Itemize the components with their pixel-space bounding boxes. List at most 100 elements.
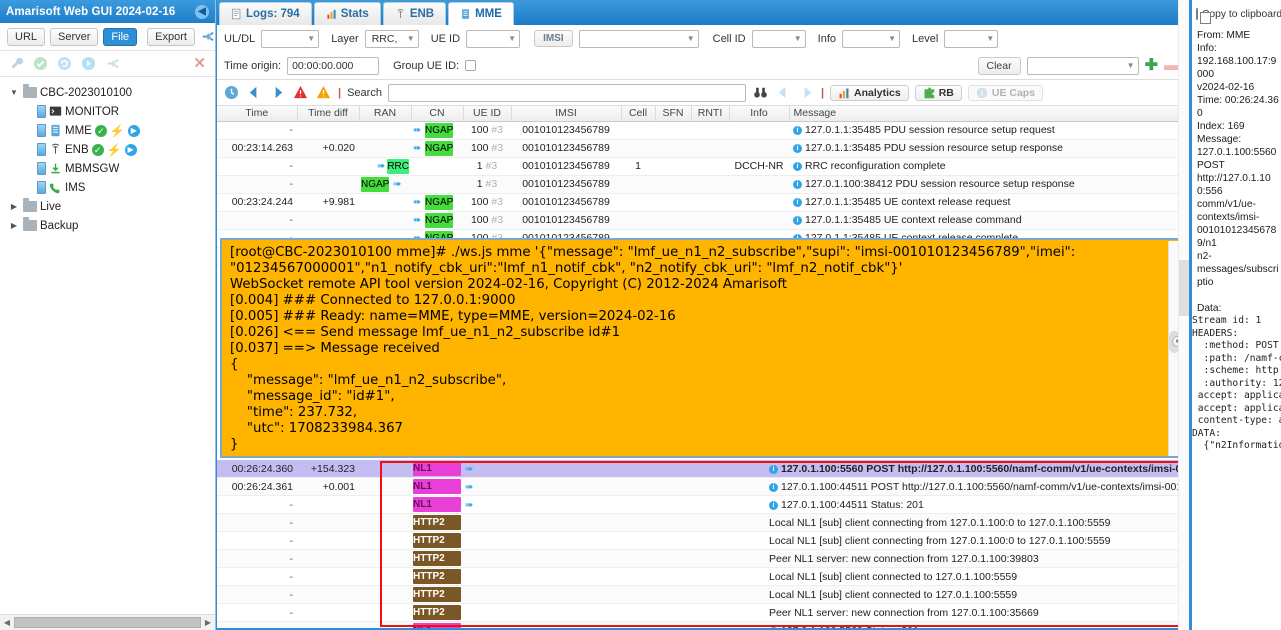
terminal-console[interactable]: [root@CBC-2023010100 mme]# ./ws.js mme '… <box>220 238 1182 458</box>
search-next-icon[interactable] <box>798 84 815 101</box>
table-row[interactable]: - ➠NGAP100 #3001010123456789 i127.0.1.1:35… <box>217 211 1191 230</box>
time-origin-input[interactable]: 00:00:00.000 <box>287 56 380 75</box>
plug-icon[interactable] <box>200 29 215 44</box>
arrow-right-icon[interactable] <box>269 84 286 101</box>
scroll-thumb[interactable] <box>14 617 201 628</box>
tab-logs[interactable]: Logs: 794 <box>219 2 312 25</box>
col-rnti[interactable]: RNTI <box>691 106 730 122</box>
plug-small-icon[interactable] <box>105 56 120 71</box>
search-prev-icon[interactable] <box>775 84 792 101</box>
col-message[interactable]: Message <box>789 106 1191 122</box>
table-row[interactable]: - HTTP2 Local NL1 [sub] client connecting … <box>217 531 1181 550</box>
col-time[interactable]: Time <box>217 106 298 122</box>
close-icon[interactable]: ✕ <box>193 56 206 71</box>
table-row[interactable]: - NL1➠ i127.0.1.100:5560 Status: 201 <box>217 621 1181 628</box>
server-button[interactable]: Server <box>50 27 99 46</box>
col-cn[interactable]: CN <box>411 106 464 122</box>
copy-to-clipboard-button[interactable]: Copy to clipboard <box>1202 9 1281 20</box>
ueid-select[interactable]: ▼ <box>466 29 521 48</box>
cell-info <box>729 193 789 212</box>
cell-message: i 127.0.1.100:44511 Status: 201 <box>765 495 1181 514</box>
play-icon[interactable]: ▶ <box>124 143 137 156</box>
clipboard-icon[interactable] <box>1196 8 1211 24</box>
clock-icon[interactable] <box>223 84 240 101</box>
check-circle-icon[interactable] <box>33 56 48 71</box>
tab-stats[interactable]: Stats <box>313 2 381 25</box>
sidebar-horizontal-scrollbar[interactable]: ◀ ▶ <box>0 614 215 630</box>
clear-button[interactable]: Clear <box>977 56 1021 75</box>
table-row[interactable]: - HTTP2 Local NL1 [sub] client connected t… <box>217 585 1181 604</box>
tree-item-live[interactable]: ▶ Live <box>4 197 215 216</box>
tree-item-backup[interactable]: ▶ Backup <box>4 216 215 235</box>
preset-select[interactable]: ▼ <box>1026 56 1139 75</box>
ue-caps-button[interactable]: UE Caps <box>967 84 1044 101</box>
chevron-down-icon: ▼ <box>406 34 415 43</box>
table-row[interactable]: - HTTP2 Peer NL1 server: new connection fr… <box>217 549 1181 568</box>
cell-ran <box>359 585 411 604</box>
tab-enb[interactable]: ENB <box>382 2 447 25</box>
export-button[interactable]: Export <box>147 27 195 46</box>
cellid-select[interactable]: ▼ <box>751 29 806 48</box>
cell-ran: NGAP➠ <box>359 175 411 194</box>
tree-item-mbmsgw[interactable]: MBMSGW <box>4 159 215 178</box>
col-info[interactable]: Info <box>729 106 790 122</box>
imsi-select[interactable]: ▼ <box>578 29 699 48</box>
search-input[interactable] <box>387 83 746 102</box>
url-button[interactable]: URL <box>7 27 46 46</box>
analytics-button[interactable]: Analytics <box>830 84 909 101</box>
scroll-right-arrow[interactable]: ▶ <box>201 618 215 627</box>
play-circle-icon[interactable] <box>81 56 96 71</box>
col-cell[interactable]: Cell <box>621 106 656 122</box>
main-vertical-scrollbar[interactable] <box>1178 0 1190 630</box>
table-row[interactable]: 00:23:14.263 +0.020 ➠ NGAP 100 #3 00101012345… <box>217 139 1191 158</box>
col-ran[interactable]: RAN <box>359 106 412 122</box>
arrow-left-icon[interactable] <box>246 84 263 101</box>
group-ue-checkbox[interactable] <box>465 60 477 71</box>
table-row[interactable]: - ➠ RRC 1 #3 001010123456789 1 DCCH-NR i RRC rec… <box>217 157 1191 176</box>
tree-item-mme[interactable]: MME ✓ ⚡ ▶ <box>4 121 215 140</box>
col-ue-id[interactable]: UE ID <box>463 106 512 122</box>
imsi-button[interactable]: IMSI <box>534 30 573 47</box>
binoculars-icon[interactable] <box>752 84 769 101</box>
file-button[interactable]: File <box>103 27 138 46</box>
cell-info: DCCH-NR <box>729 157 789 176</box>
scroll-left-arrow[interactable]: ◀ <box>0 618 14 627</box>
col-imsi[interactable]: IMSI <box>511 106 622 122</box>
bolt-icon[interactable]: ⚡ <box>110 124 125 138</box>
table-row[interactable]: - NL1 ➠ i 127.0.1.100:44511 Status: 201 <box>217 495 1181 514</box>
cell-time: - <box>217 567 297 586</box>
tab-mme[interactable]: MME <box>448 2 514 25</box>
info-icon: i <box>793 198 802 207</box>
wrench-icon[interactable] <box>9 56 24 71</box>
tree-item-ims[interactable]: IMS <box>4 178 215 197</box>
info-select[interactable]: ▼ <box>842 29 900 48</box>
table-row[interactable]: 00:23:24.244 +9.981 ➠ NGAP 100 #3 00101012345… <box>217 193 1191 212</box>
layer-select[interactable]: RRC, ▼ <box>364 29 419 48</box>
warning-icon[interactable] <box>315 84 332 101</box>
table-row[interactable]: - HTTP2 Peer NL1 server: new connection fr… <box>217 603 1181 622</box>
chevron-right-icon[interactable]: ▶ <box>8 202 20 211</box>
chevron-left-icon[interactable]: ◀ <box>195 4 209 19</box>
cell-cn: ➠NGAP <box>411 139 463 158</box>
table-row[interactable]: 00:26:24.361 +0.001 NL1 ➠ i 127.0.1.100:44511… <box>217 477 1181 496</box>
chevron-down-icon[interactable]: ▼ <box>8 88 20 97</box>
col-time-diff[interactable]: Time diff <box>297 106 360 122</box>
tree-item-cbc[interactable]: ▼ CBC-2023010100 <box>4 83 215 102</box>
chevron-right-icon[interactable]: ▶ <box>8 221 20 230</box>
level-select[interactable]: ▼ <box>944 29 999 48</box>
error-icon[interactable] <box>292 84 309 101</box>
uldl-select[interactable]: ▼ <box>261 29 320 48</box>
table-row[interactable]: - HTTP2 Local NL1 [sub] client connected t… <box>217 567 1181 586</box>
bolt-icon[interactable]: ⚡ <box>107 143 122 157</box>
table-row[interactable]: - ➠NGAP100 #3001010123456789 i127.0.1.1:35… <box>217 121 1191 140</box>
plus-icon[interactable]: ✚ <box>1145 57 1158 74</box>
play-icon[interactable]: ▶ <box>127 124 140 137</box>
table-row[interactable]: 00:26:24.360 +154.323 NL1 ➠ i 127.0.1.100:556… <box>217 460 1181 478</box>
table-row[interactable]: - NGAP➠ 1 #3001010123456789 i127.0.1.100:38… <box>217 175 1191 194</box>
tree-item-enb[interactable]: ENB ✓ ⚡ ▶ <box>4 140 215 159</box>
col-sfn[interactable]: SFN <box>655 106 692 122</box>
tree-item-monitor[interactable]: MONITOR <box>4 102 215 121</box>
refresh-icon[interactable] <box>57 56 72 71</box>
table-row[interactable]: - HTTP2 Local NL1 [sub] client connecting … <box>217 513 1181 532</box>
rb-button[interactable]: RB <box>914 84 962 101</box>
